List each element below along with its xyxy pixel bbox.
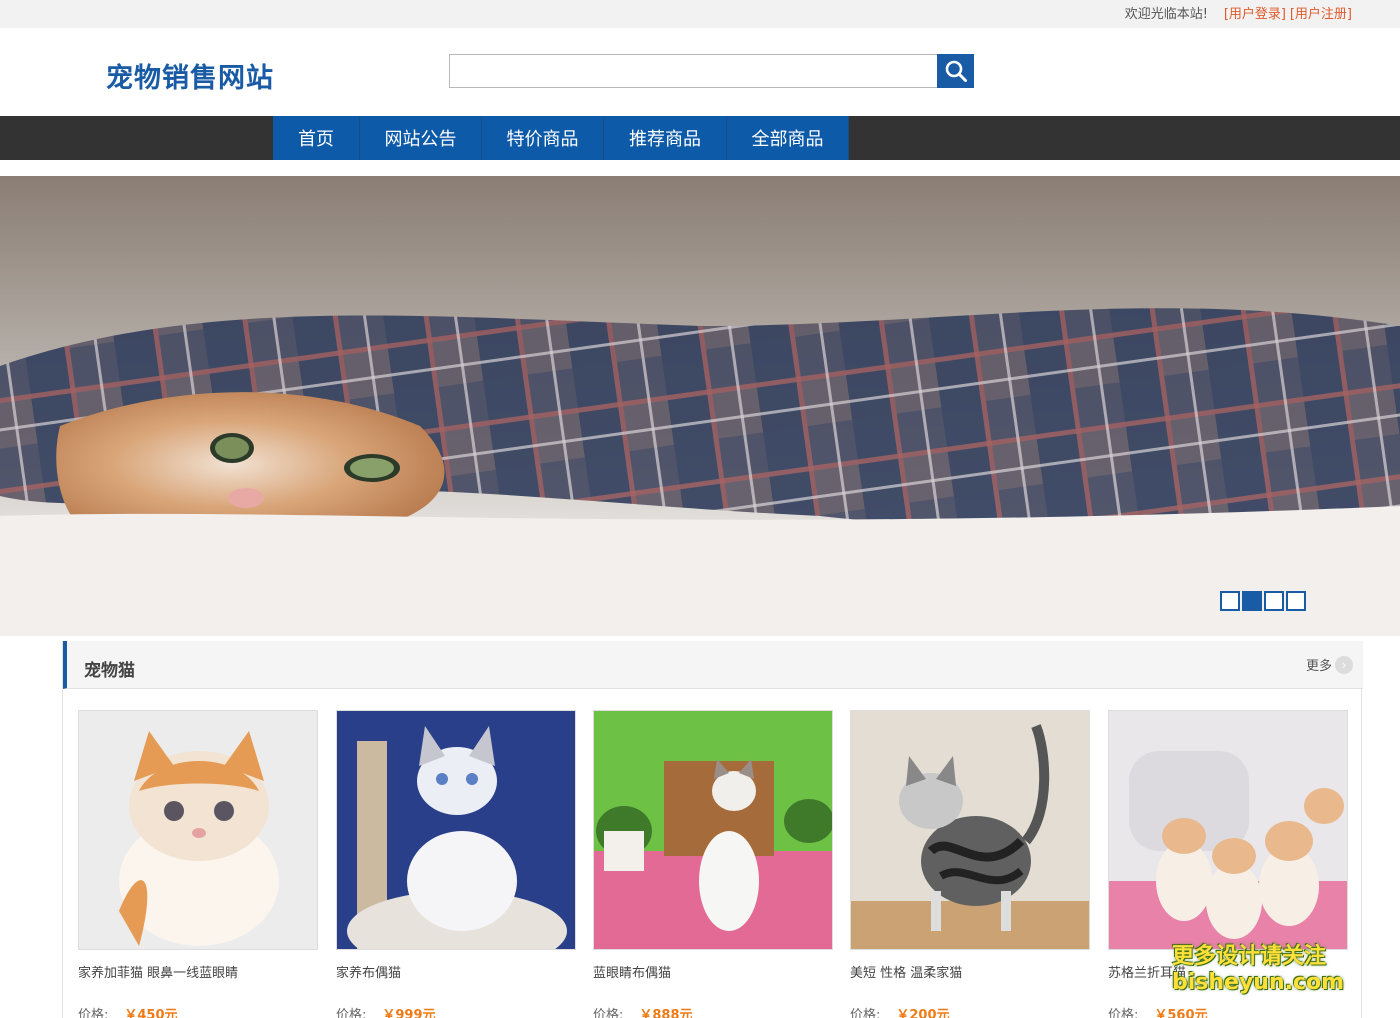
search-button[interactable]: [937, 54, 974, 88]
top-bar: 欢迎光临本站! [用户登录] [用户注册]: [0, 0, 1400, 28]
welcome-text: 欢迎光临本站!: [1124, 7, 1208, 22]
search-icon: [945, 60, 967, 82]
register-link[interactable]: [用户注册]: [1290, 3, 1352, 22]
slide-dot-2[interactable]: [1242, 591, 1262, 611]
price-row: 价格: ￥200元: [850, 1004, 950, 1018]
product-card[interactable]: 苏格兰折耳猫 价格: ￥560元: [1108, 710, 1348, 1018]
site-logo[interactable]: 宠物销售网站: [106, 56, 274, 95]
product-name[interactable]: 蓝眼睛布偶猫: [593, 962, 853, 981]
search-input[interactable]: [449, 54, 938, 88]
price-row: 价格: ￥999元: [336, 1004, 436, 1018]
price-label: 价格:: [1108, 1008, 1139, 1018]
nav-home[interactable]: 首页: [273, 116, 360, 160]
watermark-line2: bisheyun.com: [1172, 970, 1345, 995]
price-label: 价格:: [336, 1008, 367, 1018]
product-card[interactable]: 美短 性格 温柔家猫 价格: ￥200元: [850, 710, 1090, 1018]
nav-special-offers[interactable]: 特价商品: [482, 116, 604, 160]
header: 宠物销售网站: [0, 28, 1400, 116]
chevron-right-icon: ›: [1335, 655, 1353, 674]
product-image[interactable]: [850, 710, 1090, 950]
product-card[interactable]: 蓝眼睛布偶猫 价格: ￥888元: [593, 710, 833, 1018]
product-price: ￥200元: [896, 1008, 950, 1018]
price-label: 价格:: [593, 1008, 624, 1018]
slide-dot-1[interactable]: [1220, 591, 1240, 611]
banner-image: [0, 308, 1400, 636]
price-label: 价格:: [850, 1008, 881, 1018]
price-label: 价格:: [78, 1008, 109, 1018]
product-price: ￥999元: [382, 1008, 436, 1018]
product-section-cats: 宠物猫 更多 › 家养加菲猫 眼鼻一线蓝眼睛 价格: ￥450元 家养布偶猫 价…: [62, 641, 1363, 1018]
product-name[interactable]: 家养加菲猫 眼鼻一线蓝眼睛: [78, 962, 338, 981]
price-row: 价格: ￥450元: [78, 1004, 178, 1018]
more-link[interactable]: 更多 ›: [1306, 655, 1353, 674]
product-card[interactable]: 家养布偶猫 价格: ￥999元: [336, 710, 576, 1018]
product-image[interactable]: [593, 710, 833, 950]
nav-recommended[interactable]: 推荐商品: [604, 116, 727, 160]
product-name[interactable]: 家养布偶猫: [336, 962, 596, 981]
more-label: 更多: [1305, 659, 1332, 674]
main-nav: 首页 网站公告 特价商品 推荐商品 全部商品: [273, 116, 849, 160]
login-link[interactable]: [用户登录]: [1224, 3, 1286, 22]
price-row: 价格: ￥888元: [593, 1004, 693, 1018]
product-price: ￥560元: [1154, 1008, 1208, 1018]
product-card[interactable]: 家养加菲猫 眼鼻一线蓝眼睛 价格: ￥450元: [78, 710, 318, 1018]
slide-dot-3[interactable]: [1264, 591, 1284, 611]
product-image[interactable]: [1108, 710, 1348, 950]
section-header: 宠物猫 更多 ›: [63, 641, 1363, 689]
nav-all-products[interactable]: 全部商品: [727, 116, 849, 160]
product-image[interactable]: [78, 710, 318, 950]
watermark-line1: 更多设计请关注: [1172, 944, 1327, 969]
slide-dot-4[interactable]: [1286, 591, 1306, 611]
watermark: 更多设计请关注 bisheyun.com: [1172, 944, 1344, 996]
section-title: 宠物猫: [84, 661, 135, 681]
product-image[interactable]: [336, 710, 576, 950]
main-nav-bar: 首页 网站公告 特价商品 推荐商品 全部商品: [0, 116, 1400, 160]
price-row: 价格: ￥560元: [1108, 1004, 1208, 1018]
product-price: ￥888元: [639, 1008, 693, 1018]
slider-dots: [1220, 591, 1306, 611]
product-price: ￥450元: [124, 1008, 178, 1018]
product-name[interactable]: 美短 性格 温柔家猫: [850, 962, 1110, 981]
nav-announcements[interactable]: 网站公告: [360, 116, 482, 160]
banner-slider[interactable]: [0, 176, 1400, 636]
